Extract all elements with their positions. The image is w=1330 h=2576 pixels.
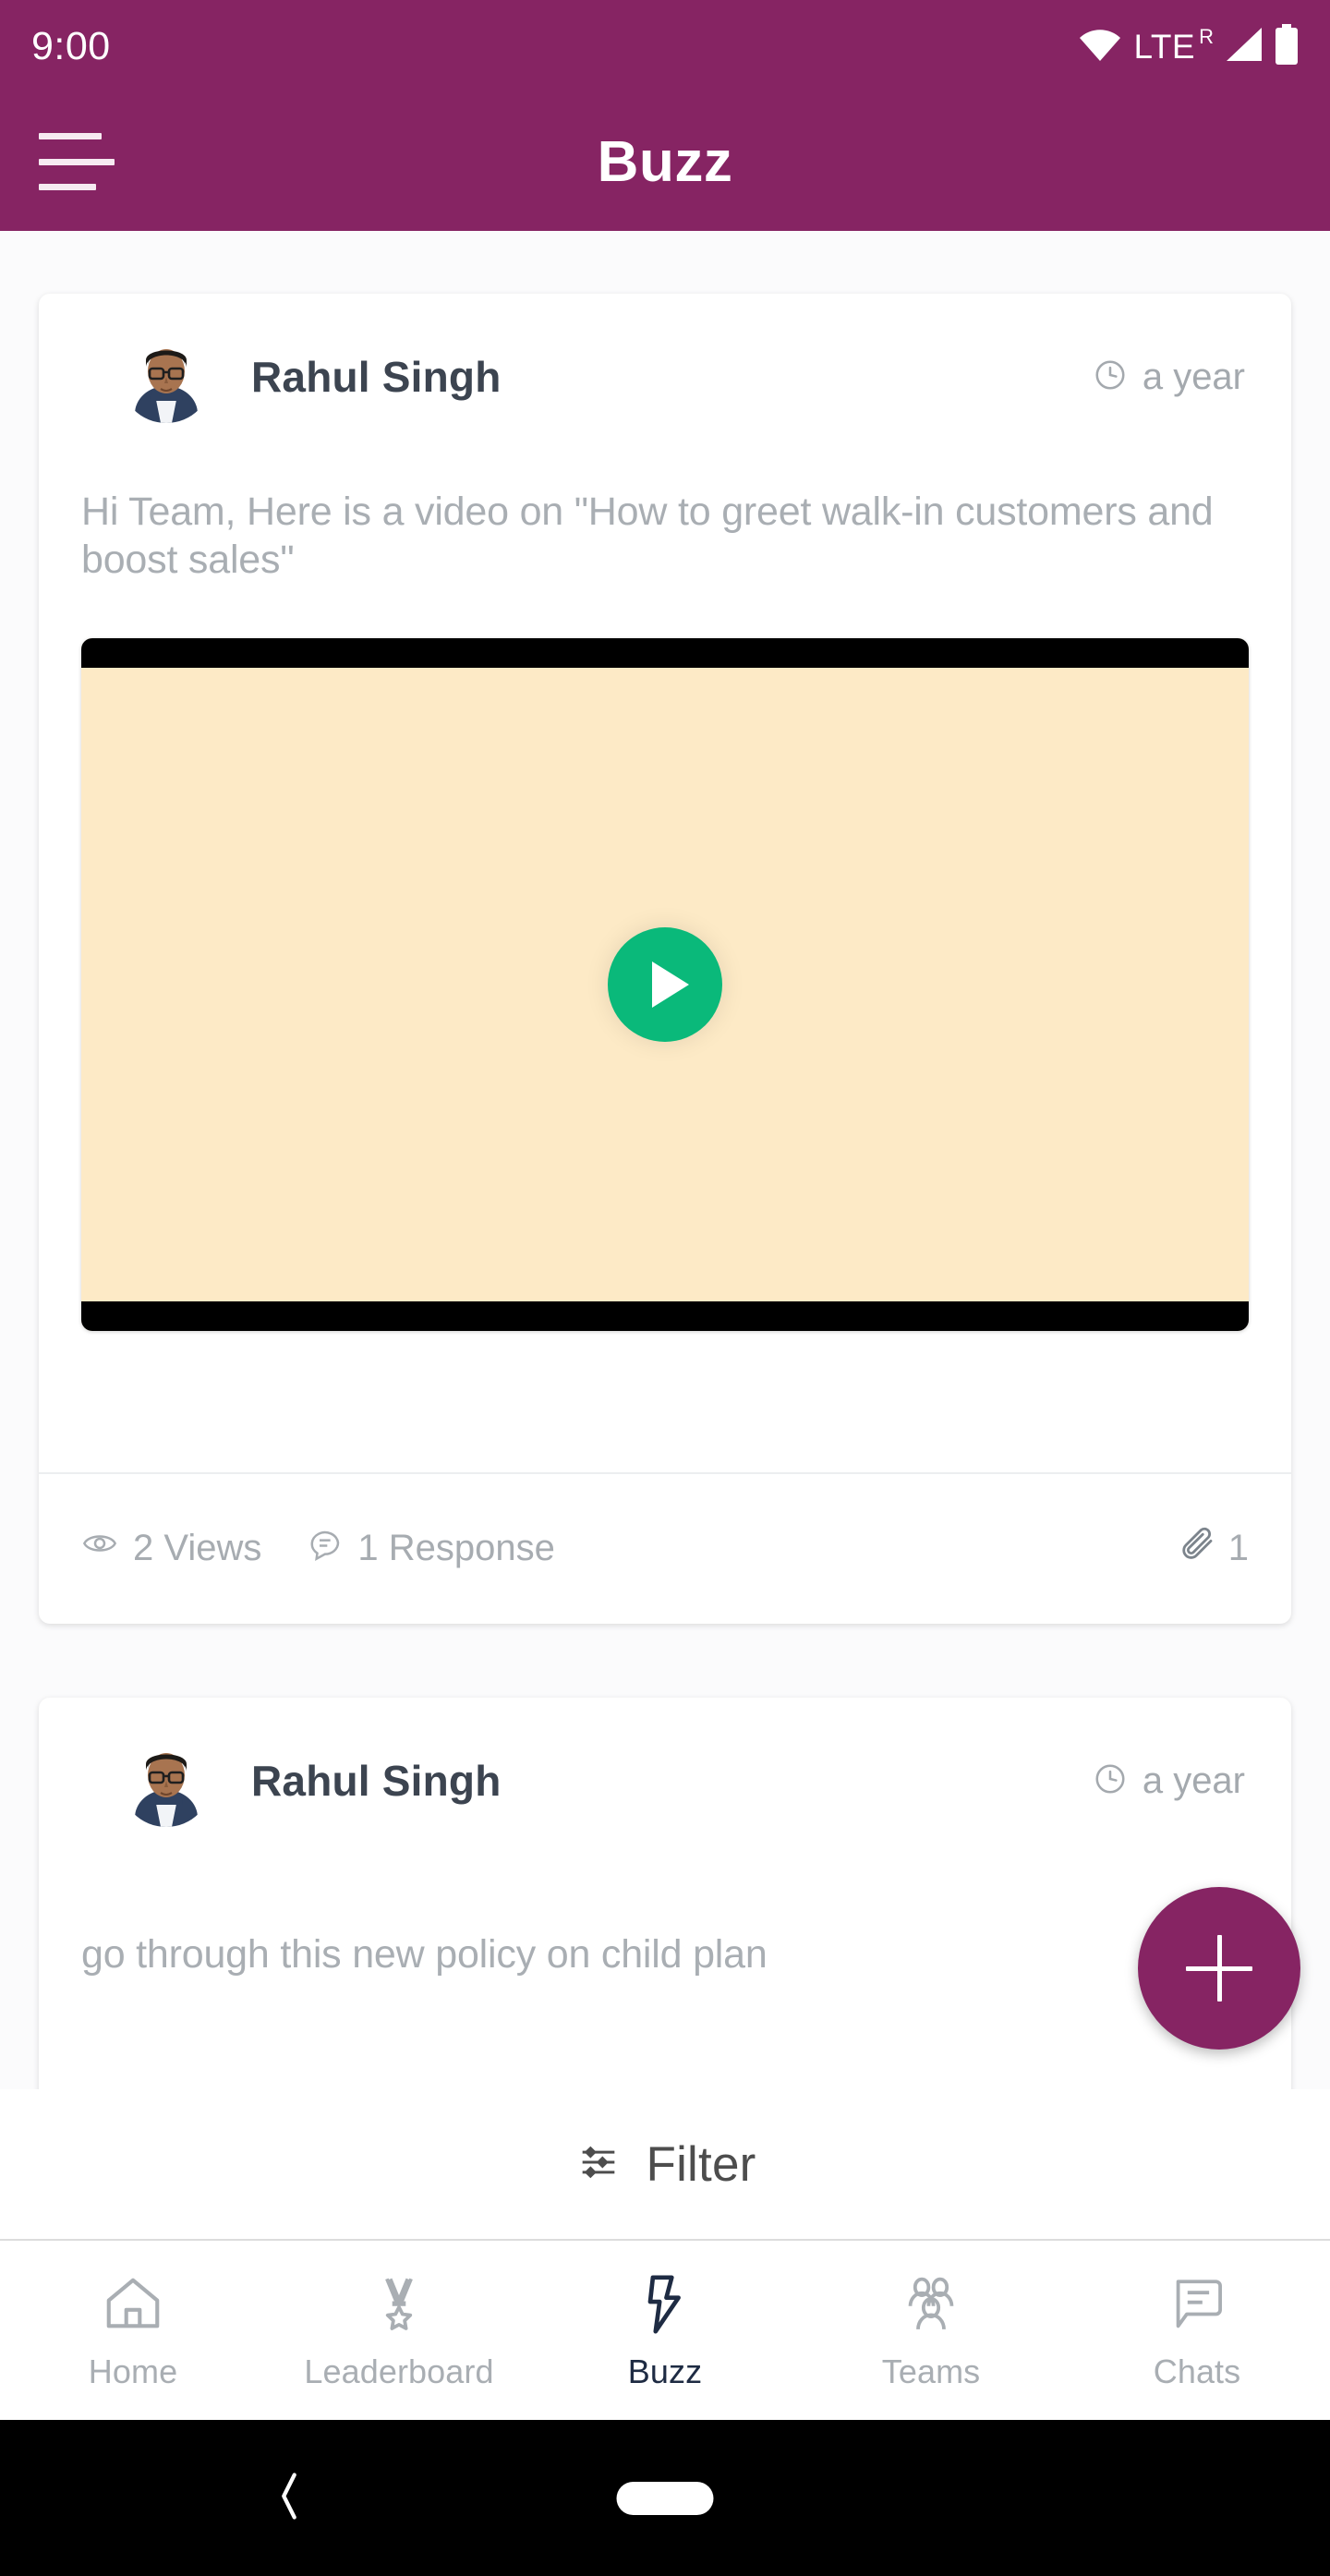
clock-icon (1093, 1761, 1128, 1801)
back-chevron-icon[interactable] (268, 2463, 310, 2533)
nav-item-buzz[interactable]: Buzz (532, 2241, 798, 2420)
post-body: go through this new policy on child plan (81, 1932, 768, 1977)
nav-label-leaderboard: Leaderboard (304, 2352, 494, 2390)
lte-label: LTE (1133, 27, 1196, 66)
app-bar: Buzz (0, 92, 1330, 231)
home-icon (101, 2269, 165, 2340)
post-time-label: a year (1142, 356, 1245, 397)
post-header: Rahul Singh a year (39, 294, 1291, 460)
responses-label: 1 Response (357, 1527, 555, 1568)
people-icon (899, 2269, 963, 2340)
status-icons: LTE R (1079, 23, 1299, 69)
attachments-stat[interactable]: 1 (1179, 1524, 1249, 1572)
post-author: Rahul Singh (251, 1757, 502, 1805)
nav-label-teams: Teams (881, 2352, 981, 2390)
post-author: Rahul Singh (251, 353, 502, 401)
post-card[interactable]: Rahul Singh a year Hi Team, Here is a vi… (39, 294, 1291, 1624)
attachments-count: 1 (1227, 1527, 1249, 1568)
avatar (120, 331, 212, 423)
wifi-icon (1079, 28, 1121, 66)
post-time: a year (1093, 357, 1249, 398)
video-letterbox-bottom (81, 1300, 1249, 1331)
nav-label-buzz: Buzz (627, 2352, 703, 2390)
roaming-label: R (1199, 24, 1214, 48)
nav-item-teams[interactable]: Teams (798, 2241, 1064, 2420)
clock-icon (1093, 357, 1128, 397)
status-clock: 9:00 (31, 23, 111, 68)
bottom-navigation: Home Leaderboard Buzz Teams Chats (0, 2241, 1330, 2420)
system-navigation-bar (0, 2420, 1330, 2576)
views-label: 2 Views (133, 1527, 262, 1568)
post-body: Hi Team, Here is a video on "How to gree… (81, 490, 1214, 583)
signal-icon (1224, 27, 1263, 67)
status-bar: 9:00 LTE R (0, 0, 1330, 92)
comment-icon (306, 1525, 343, 1571)
page-title: Buzz (597, 129, 733, 194)
filter-label: Filter (646, 2137, 756, 2192)
post-card[interactable]: Rahul Singh a year go through this new p… (39, 1698, 1291, 2089)
views-stat[interactable]: 2 Views (81, 1525, 261, 1571)
eye-icon (81, 1525, 118, 1571)
nav-item-home[interactable]: Home (0, 2241, 266, 2420)
nav-label-chats: Chats (1153, 2352, 1241, 2390)
responses-stat[interactable]: 1 Response (306, 1525, 555, 1571)
post-footer: 2 Views 1 Response 1 (39, 1472, 1291, 1624)
battery-icon (1275, 23, 1299, 69)
nav-item-leaderboard[interactable]: Leaderboard (266, 2241, 532, 2420)
plus-icon-vertical (1216, 1935, 1222, 2002)
lte-indicator: LTE R (1133, 24, 1214, 66)
lightning-bolt-icon (633, 2269, 697, 2340)
play-icon[interactable] (608, 926, 722, 1042)
chat-bubble-icon (1165, 2269, 1229, 2340)
post-time: a year (1093, 1760, 1249, 1802)
post-time-label: a year (1142, 1760, 1245, 1801)
nav-item-chats[interactable]: Chats (1064, 2241, 1330, 2420)
filter-divider (0, 2239, 1330, 2241)
add-post-fab[interactable] (1138, 1887, 1300, 2050)
sliders-icon (574, 2138, 623, 2191)
home-pill-icon[interactable] (616, 2481, 714, 2515)
nav-label-home: Home (88, 2352, 178, 2390)
post-header: Rahul Singh a year (39, 1698, 1291, 1864)
video-letterbox-top (81, 637, 1249, 668)
paperclip-icon (1179, 1524, 1217, 1572)
feed-scroll-area[interactable]: Rahul Singh a year Hi Team, Here is a vi… (0, 231, 1330, 2089)
app-root: 9:00 LTE R Buzz Rahul Singh a year Hi Te… (0, 0, 1330, 2576)
avatar (120, 1735, 212, 1827)
post-video-thumbnail[interactable] (81, 637, 1249, 1331)
filter-button[interactable]: Filter (0, 2089, 1330, 2240)
medal-icon (367, 2269, 431, 2340)
